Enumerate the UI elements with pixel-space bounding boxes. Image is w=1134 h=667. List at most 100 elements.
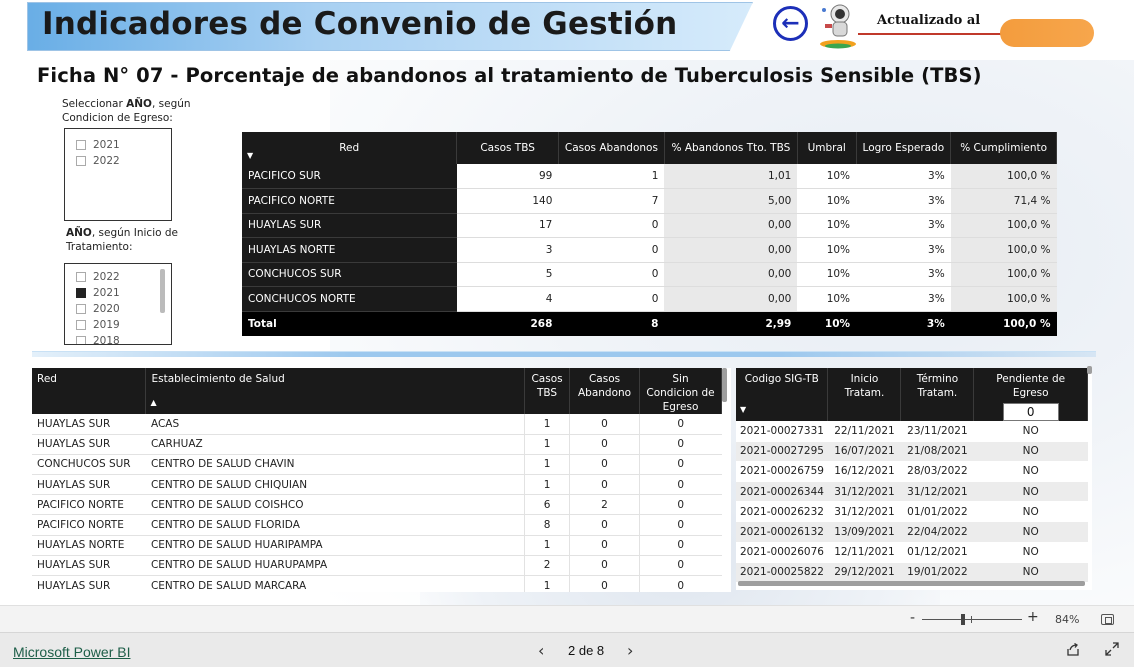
sig-horizontal-scrollbar[interactable] [738, 581, 1085, 586]
table-row[interactable]: HUAYLAS SUR CENTRO DE SALUD CHIQUIAN 1 0 0 [32, 474, 722, 496]
slicer-inicio-option[interactable]: 2021 [65, 285, 171, 301]
table-row[interactable]: 2021-00026232 31/12/2021 01/01/2022 NO [736, 501, 1088, 523]
slicer-inicio-option[interactable]: 2019 [65, 317, 171, 333]
zoom-out-button[interactable]: - [910, 610, 915, 626]
establecimientos-table: Red Establecimiento de Salud ▲ Casos TBS … [32, 368, 731, 592]
summary-total-cell: 268 [456, 311, 559, 336]
slicer-egreso-option[interactable]: 2022 [65, 153, 171, 169]
checkbox-icon[interactable] [76, 320, 86, 330]
summary-cell: 5 [456, 262, 559, 287]
summary-cell: 1,01 [664, 164, 798, 189]
arrow-left-icon[interactable]: ← [773, 6, 808, 41]
table-row[interactable]: HUAYLAS NORTE CENTRO DE SALUD HUARIPAMPA 1… [32, 535, 722, 556]
summary-row[interactable]: CONCHUCOS SUR 5 0 0,00 10% 3% 100,0 % [242, 262, 1057, 287]
summary-row[interactable]: HUAYLAS SUR 17 0 0,00 10% 3% 100,0 % [242, 213, 1057, 238]
column-header-establecimiento[interactable]: Establecimiento de Salud ▲ [145, 368, 526, 414]
chevron-left-icon[interactable]: ‹ [538, 641, 544, 660]
est-scrollbar[interactable] [722, 368, 727, 402]
table-row[interactable]: 2021-00027331 22/11/2021 23/11/2021 NO [736, 421, 1088, 442]
summary-header-row: Red ▼ Casos TBS Casos Abandonos % Abandon… [242, 132, 1057, 164]
share-icon[interactable] [1066, 643, 1080, 657]
table-row[interactable]: HUAYLAS SUR CARHUAZ 1 0 0 [32, 434, 722, 455]
column-header-pendiente[interactable]: Pendiente de Egreso [973, 368, 1088, 421]
power-bi-link[interactable]: Microsoft Power BI [13, 644, 130, 660]
column-header-casos-abandonos[interactable]: Casos Abandonos [558, 132, 665, 164]
summary-row[interactable]: CONCHUCOS NORTE 4 0 0,00 10% 3% 100,0 % [242, 286, 1057, 312]
table-row[interactable]: PACIFICO NORTE CENTRO DE SALUD COISHCO 6 2 0 [32, 494, 722, 516]
sort-descending-icon[interactable]: ▼ [247, 151, 253, 160]
slicer-inicio-option[interactable]: 2018 [65, 333, 171, 344]
zoom-in-button[interactable]: + [1027, 609, 1039, 625]
summary-row[interactable]: HUAYLAS NORTE 3 0 0,00 10% 3% 100,0 % [242, 237, 1057, 263]
slicer-inicio-option[interactable]: 2022 [65, 269, 171, 285]
column-header-casos-tbs[interactable]: Casos TBS [456, 132, 559, 164]
column-header-cumplimiento[interactable]: % Cumplimiento [950, 132, 1057, 164]
column-header-inicio[interactable]: Inicio Tratam. [827, 368, 902, 421]
column-header-codigo[interactable]: Codigo SIG-TB ▼ [736, 368, 829, 421]
table-row[interactable]: 2021-00025822 29/12/2021 19/01/2022 NO [736, 562, 1088, 584]
fit-to-page-icon[interactable] [1101, 614, 1114, 625]
checkbox-icon[interactable] [76, 272, 86, 282]
table-cell: HUAYLAS SUR [32, 555, 146, 577]
checkbox-icon[interactable] [76, 304, 86, 314]
checkbox-icon[interactable] [76, 156, 86, 166]
table-cell: NO [973, 461, 1088, 483]
table-cell: ACAS [145, 414, 525, 435]
column-header-umbral[interactable]: Umbral [797, 132, 857, 164]
column-header-red[interactable]: Red ▼ [242, 132, 458, 164]
table-row[interactable]: 2021-00026344 31/12/2021 31/12/2021 NO [736, 481, 1088, 503]
summary-row[interactable]: PACIFICO SUR 99 1 1,01 10% 3% 100,0 % [242, 164, 1057, 189]
table-cell: HUAYLAS NORTE [32, 535, 146, 556]
slicer-egreso-option[interactable]: 2021 [65, 137, 171, 153]
table-row[interactable]: CONCHUCOS SUR CENTRO DE SALUD CHAVIN 1 0 0 [32, 454, 722, 476]
table-cell: 0 [569, 555, 640, 577]
summary-cell: 10% [797, 188, 857, 214]
table-cell: 31/12/2021 [827, 481, 901, 503]
table-cell: 8 [524, 514, 570, 536]
column-header-logro[interactable]: Logro Esperado [856, 132, 952, 164]
summary-cell: 4 [456, 286, 559, 312]
table-cell: 31/12/2021 [900, 481, 974, 503]
zoom-slider-track[interactable] [922, 619, 1022, 620]
fullscreen-icon[interactable] [1105, 642, 1119, 656]
est-body: HUAYLAS SUR ACAS 1 0 0 HUAYLAS SUR CARHUAZ 1 0 0 C… [32, 414, 722, 592]
table-row[interactable]: HUAYLAS SUR CENTRO DE SALUD MARCARA 1 0 0 [32, 575, 722, 592]
table-row[interactable]: PACIFICO NORTE CENTRO DE SALUD FLORIDA 8 0 0 [32, 514, 722, 536]
table-cell: 2021-00025822 [736, 562, 828, 584]
slicer-scrollbar[interactable] [160, 269, 165, 313]
sort-ascending-icon[interactable]: ▲ [150, 396, 156, 410]
pendiente-filter-input[interactable] [1002, 403, 1059, 421]
column-header-est-casos[interactable]: Casos TBS [524, 368, 571, 414]
summary-row[interactable]: PACIFICO NORTE 140 7 5,00 10% 3% 71,4 % [242, 188, 1057, 214]
summary-body: PACIFICO SUR 99 1 1,01 10% 3% 100,0 % PACIFICO … [242, 164, 1057, 336]
table-row[interactable]: HUAYLAS SUR CENTRO DE SALUD HUARUPAMPA 2 0 0 [32, 555, 722, 577]
updated-date-badge [1000, 19, 1094, 47]
checkbox-icon[interactable] [76, 336, 86, 344]
sig-vertical-scrollbar[interactable] [1087, 366, 1092, 374]
table-row[interactable]: 2021-00026132 13/09/2021 22/04/2022 NO [736, 521, 1088, 543]
checkbox-icon[interactable] [76, 140, 86, 150]
header-label: Pendiente de Egreso [996, 373, 1066, 399]
chevron-right-icon[interactable]: › [627, 641, 633, 660]
table-cell: 16/07/2021 [827, 441, 901, 462]
table-row[interactable]: HUAYLAS SUR ACAS 1 0 0 [32, 414, 722, 435]
table-row[interactable]: 2021-00027295 16/07/2021 21/08/2021 NO [736, 441, 1088, 462]
table-row[interactable]: 2021-00026076 12/11/2021 01/12/2021 NO [736, 542, 1088, 563]
column-header-termino[interactable]: Término Tratam. [900, 368, 975, 421]
sort-descending-icon[interactable]: ▼ [740, 403, 746, 417]
column-header-est-abandono[interactable]: Casos Abandono [569, 368, 641, 414]
slicer-inicio-option[interactable]: 2020 [65, 301, 171, 317]
checkbox-checked-icon[interactable] [76, 288, 86, 298]
sig-body: 2021-00027331 22/11/2021 23/11/2021 NO 2021-… [736, 421, 1088, 584]
column-header-sin-condicion[interactable]: Sin Condicion de Egreso [639, 368, 722, 414]
table-cell: 0 [569, 514, 640, 536]
summary-table: Red ▼ Casos TBS Casos Abandonos % Abandon… [242, 132, 1057, 336]
report-canvas: Indicadores de Convenio de Gestión ← Act… [0, 0, 1134, 605]
column-header-pct-abandonos[interactable]: % Abandonos Tto. TBS [664, 132, 798, 164]
slicer-egreso-title-pre: Seleccionar [62, 98, 127, 110]
zoom-slider-thumb[interactable] [961, 614, 965, 625]
table-cell: 0 [639, 535, 722, 556]
table-row[interactable]: 2021-00026759 16/12/2021 28/03/2022 NO [736, 461, 1088, 483]
summary-cell: 0,00 [664, 286, 798, 312]
column-header-est-red[interactable]: Red [32, 368, 147, 414]
